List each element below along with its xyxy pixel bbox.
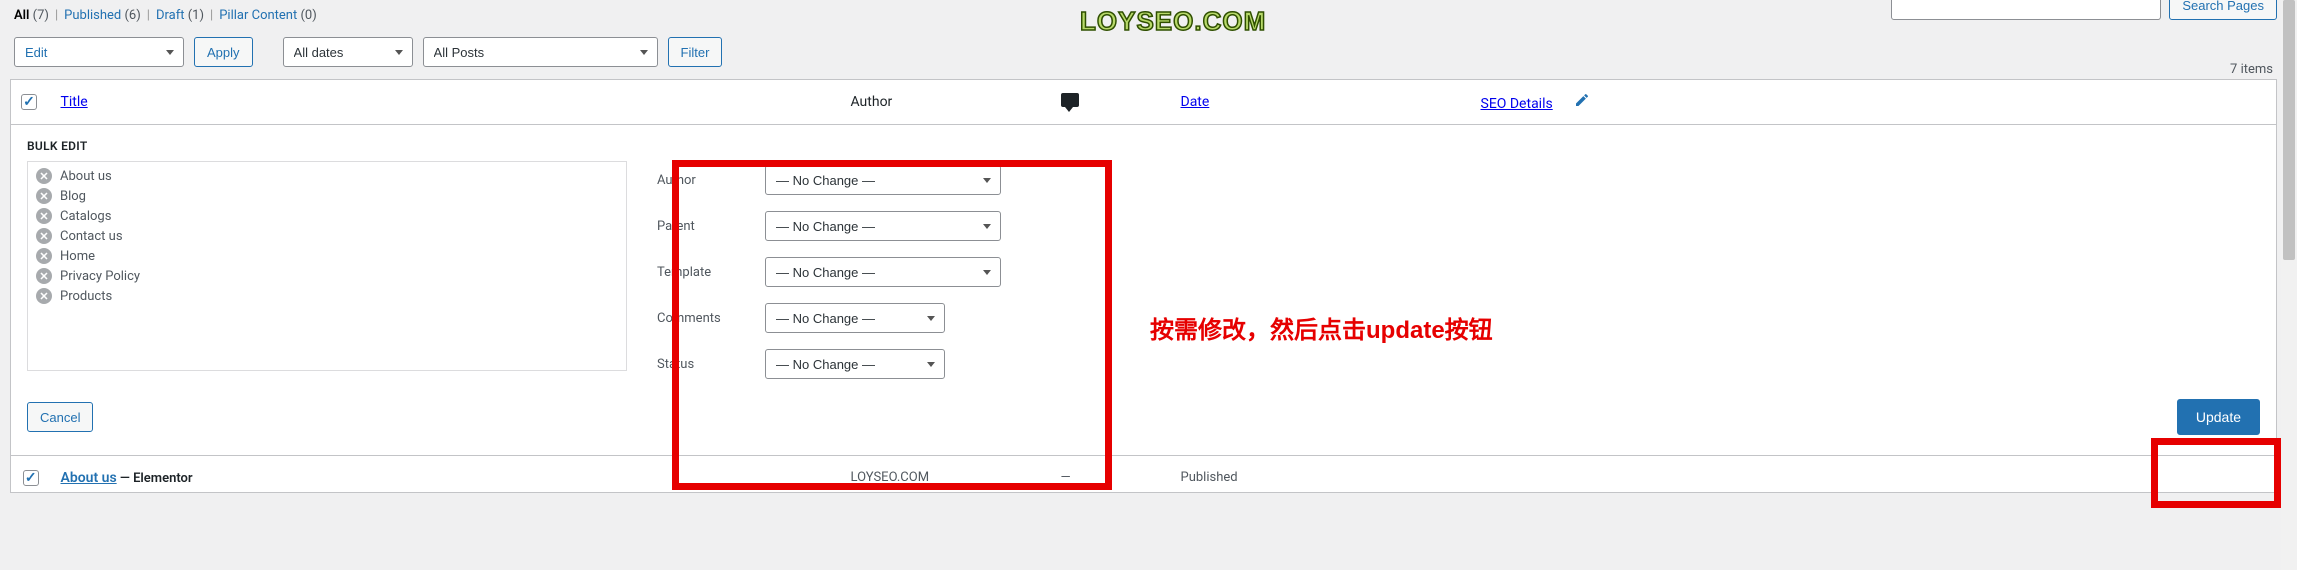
list-item: About us	[28, 166, 626, 186]
label-status: Status	[657, 357, 747, 372]
apply-button[interactable]: Apply	[194, 37, 253, 67]
select-status[interactable]: — No Change —	[765, 349, 945, 379]
filter-draft[interactable]: Draft	[156, 8, 185, 23]
cancel-button[interactable]: Cancel	[27, 402, 93, 432]
bulk-items-list[interactable]: About us Blog Catalogs Contact us Home P…	[27, 161, 627, 371]
remove-icon[interactable]	[36, 288, 52, 304]
list-item: Catalogs	[28, 206, 626, 226]
col-date[interactable]: Date	[1181, 94, 1210, 110]
list-item: Home	[28, 246, 626, 266]
label-parent: Parent	[657, 219, 747, 234]
filter-all-count: (7)	[33, 8, 49, 23]
list-item: Products	[28, 286, 626, 306]
remove-icon[interactable]	[36, 268, 52, 284]
col-title[interactable]: Title	[61, 94, 88, 110]
filter-pillar-count: (0)	[300, 8, 316, 23]
filter-published-count: (6)	[124, 8, 140, 23]
remove-icon[interactable]	[36, 208, 52, 224]
annotation-text: 按需修改，然后点击update按钮	[1150, 310, 1493, 345]
comments-icon[interactable]	[1061, 93, 1079, 107]
col-author[interactable]: Author	[841, 80, 1051, 125]
row-comments: —	[1051, 456, 1171, 493]
search-button[interactable]: Search Pages	[2169, 0, 2277, 20]
select-parent[interactable]: — No Change —	[765, 211, 1001, 241]
row-title-link[interactable]: About us	[61, 470, 117, 486]
posts-select[interactable]: All Posts	[423, 37, 658, 67]
watermark: LOYSEO.COM	[1080, 6, 1266, 37]
filter-published[interactable]: Published	[64, 8, 121, 23]
page-scrollbar[interactable]	[2281, 0, 2297, 570]
filter-button[interactable]: Filter	[668, 37, 723, 67]
remove-icon[interactable]	[36, 188, 52, 204]
filter-pillar[interactable]: Pillar Content	[219, 8, 297, 23]
select-comments[interactable]: — No Change —	[765, 303, 945, 333]
label-author: Author	[657, 173, 747, 188]
pencil-icon[interactable]	[1574, 92, 1588, 106]
filter-all[interactable]: All	[14, 8, 29, 23]
row-date: Published	[1171, 456, 1471, 493]
col-seo[interactable]: SEO Details	[1481, 96, 1553, 112]
filter-draft-count: (1)	[188, 8, 204, 23]
row-checkbox[interactable]	[23, 470, 39, 486]
remove-icon[interactable]	[36, 228, 52, 244]
label-comments: Comments	[657, 311, 747, 326]
search-input[interactable]	[1891, 0, 2161, 20]
table-row: About us — Elementor LOYSEO.COM — Publis…	[11, 456, 2277, 493]
row-post-state: — Elementor	[117, 471, 193, 486]
label-template: Template	[657, 265, 747, 280]
list-item: Privacy Policy	[28, 266, 626, 286]
select-author[interactable]: — No Change —	[765, 165, 1001, 195]
scrollbar-thumb[interactable]	[2283, 0, 2295, 260]
bulk-edit-heading: BULK EDIT	[27, 139, 2260, 153]
remove-icon[interactable]	[36, 248, 52, 264]
list-item: Contact us	[28, 226, 626, 246]
select-all-checkbox[interactable]	[21, 94, 37, 110]
list-item: Blog	[28, 186, 626, 206]
row-author[interactable]: LOYSEO.COM	[841, 456, 1051, 493]
select-template[interactable]: — No Change —	[765, 257, 1001, 287]
items-count: 7 items	[2230, 62, 2273, 77]
bulk-action-select[interactable]: Edit	[14, 37, 184, 67]
dates-select[interactable]: All dates	[283, 37, 413, 67]
remove-icon[interactable]	[36, 168, 52, 184]
update-button[interactable]: Update	[2177, 399, 2260, 435]
